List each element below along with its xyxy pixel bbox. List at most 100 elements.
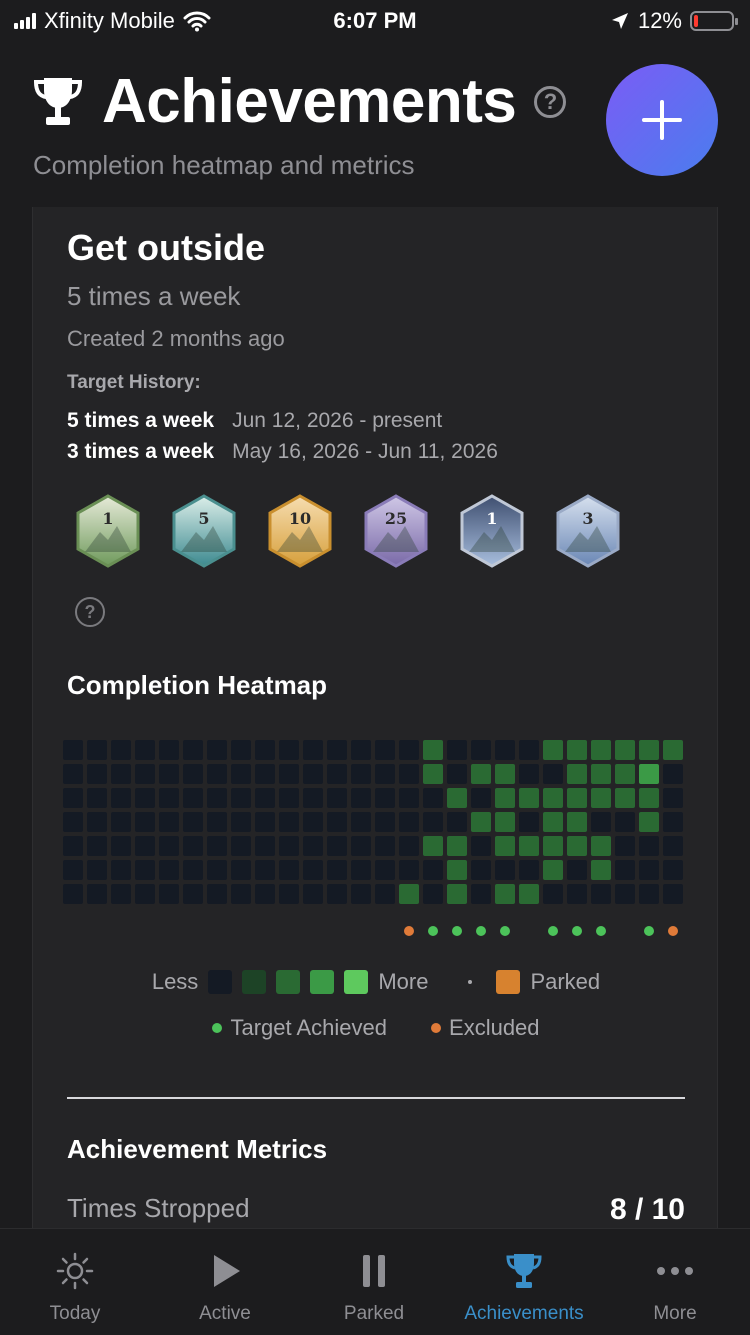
- heatmap-cell: [63, 812, 83, 832]
- heatmap-cell: [519, 836, 539, 856]
- heatmap-cell: [615, 836, 635, 856]
- heatmap-cell: [543, 788, 563, 808]
- tab-parked[interactable]: Parked: [299, 1229, 449, 1335]
- heatmap-cell: [447, 764, 467, 784]
- badge-forest[interactable]: 1: [75, 494, 141, 568]
- heatmap-cell: [183, 812, 203, 832]
- badge-waves[interactable]: 5: [171, 494, 237, 568]
- excluded-dot: [404, 926, 414, 936]
- heatmap-cell: [447, 740, 467, 760]
- heatmap-cell: [471, 764, 491, 784]
- heatmap-cell: [663, 836, 683, 856]
- heatmap-cell: [591, 812, 611, 832]
- legend-target-achieved: Target Achieved: [230, 1015, 388, 1040]
- target-achieved-dot: [548, 926, 558, 936]
- heatmap-cell: [615, 860, 635, 880]
- badge-night-mountain[interactable]: 25: [363, 494, 429, 568]
- heatmap-cell: [423, 788, 443, 808]
- heatmap-cell: [567, 788, 587, 808]
- target-achieved-dot: [476, 926, 486, 936]
- heatmap-cell: [423, 740, 443, 760]
- target-history-label: Target History:: [67, 372, 201, 393]
- heatmap-cell: [207, 884, 227, 904]
- badges-help-icon[interactable]: ?: [75, 597, 105, 627]
- tab-label: Today: [49, 1303, 101, 1324]
- heatmap-cell: [615, 812, 635, 832]
- heatmap-cell: [231, 836, 251, 856]
- tab-today[interactable]: Today: [0, 1229, 150, 1335]
- heatmap-cell: [399, 788, 419, 808]
- legend-separator-dot: [468, 980, 473, 984]
- battery-level: [694, 15, 698, 27]
- heatmap-cell: [471, 884, 491, 904]
- heatmap-cell: [639, 812, 659, 832]
- heatmap-cell: [663, 812, 683, 832]
- heatmap-cell: [183, 836, 203, 856]
- heatmap-cell: [183, 764, 203, 784]
- heatmap-cell: [351, 764, 371, 784]
- heatmap-cell: [327, 884, 347, 904]
- heatmap-cell: [447, 860, 467, 880]
- heatmap-cell: [159, 836, 179, 856]
- metric-row: Times Stropped 8 / 10: [67, 1193, 685, 1227]
- heatmap-cell: [63, 788, 83, 808]
- heatmap-cell: [183, 884, 203, 904]
- heatmap-cell: [495, 860, 515, 880]
- heatmap-cell: [447, 812, 467, 832]
- excluded-dot: [668, 926, 678, 936]
- heatmap-cell: [663, 788, 683, 808]
- heatmap-cell: [663, 740, 683, 760]
- tab-more[interactable]: More: [600, 1229, 750, 1335]
- heatmap-cell: [159, 812, 179, 832]
- heatmap-cell: [327, 836, 347, 856]
- target-achieved-dot: [572, 926, 582, 936]
- heatmap-cell: [591, 764, 611, 784]
- heatmap-cell: [279, 812, 299, 832]
- battery-percent: 12%: [637, 8, 682, 33]
- heatmap-cell: [255, 740, 275, 760]
- tab-achievements[interactable]: Achievements: [449, 1229, 599, 1335]
- heatmap-cell: [567, 812, 587, 832]
- tab-bar: Today Active Parked Achievements More: [0, 1228, 750, 1335]
- heatmap-cell: [519, 860, 539, 880]
- heatmap-cell: [447, 788, 467, 808]
- heatmap-cell: [663, 764, 683, 784]
- heatmap-cell: [639, 764, 659, 784]
- heatmap-cell: [399, 860, 419, 880]
- heatmap-cell: [135, 836, 155, 856]
- heatmap-cell: [543, 884, 563, 904]
- heatmap-cell: [519, 812, 539, 832]
- legend-excluded-dot: [431, 1023, 442, 1033]
- heatmap-cell: [351, 836, 371, 856]
- heatmap-cell: [615, 884, 635, 904]
- heatmap-cell: [375, 764, 395, 784]
- heatmap-cell: [423, 884, 443, 904]
- heatmap-cell: [663, 860, 683, 880]
- badge-snow-peak[interactable]: 1: [459, 494, 525, 568]
- tab-active[interactable]: Active: [150, 1229, 300, 1335]
- heatmap-cell: [87, 764, 107, 784]
- target-history-row: 3 times a week May 16, 2026 - Jun 11, 20…: [67, 440, 498, 464]
- heatmap-cell: [519, 740, 539, 760]
- add-habit-button[interactable]: [606, 64, 718, 176]
- heatmap-cell: [495, 836, 515, 856]
- target-achieved-dot: [452, 926, 462, 936]
- heatmap-cell: [327, 764, 347, 784]
- heatmap-cell: [495, 884, 515, 904]
- heatmap-cell: [327, 812, 347, 832]
- heatmap-cell: [159, 740, 179, 760]
- heatmap-cell: [567, 836, 587, 856]
- heatmap-cell: [279, 740, 299, 760]
- heatmap-cell: [327, 788, 347, 808]
- heatmap-cell: [111, 860, 131, 880]
- badge-diamond-peak[interactable]: 3: [555, 494, 621, 568]
- badge-balloon[interactable]: 10: [267, 494, 333, 568]
- target-achieved-dot: [428, 926, 438, 936]
- heatmap-cell: [519, 764, 539, 784]
- target-history-row: 5 times a week Jun 12, 2026 - present: [67, 409, 442, 433]
- legend-achieved-dot: [212, 1023, 223, 1033]
- question-circle-icon[interactable]: ?: [534, 85, 567, 118]
- heatmap-cell: [519, 788, 539, 808]
- heatmap-cell: [663, 884, 683, 904]
- page-header: Achievements ?: [32, 66, 567, 137]
